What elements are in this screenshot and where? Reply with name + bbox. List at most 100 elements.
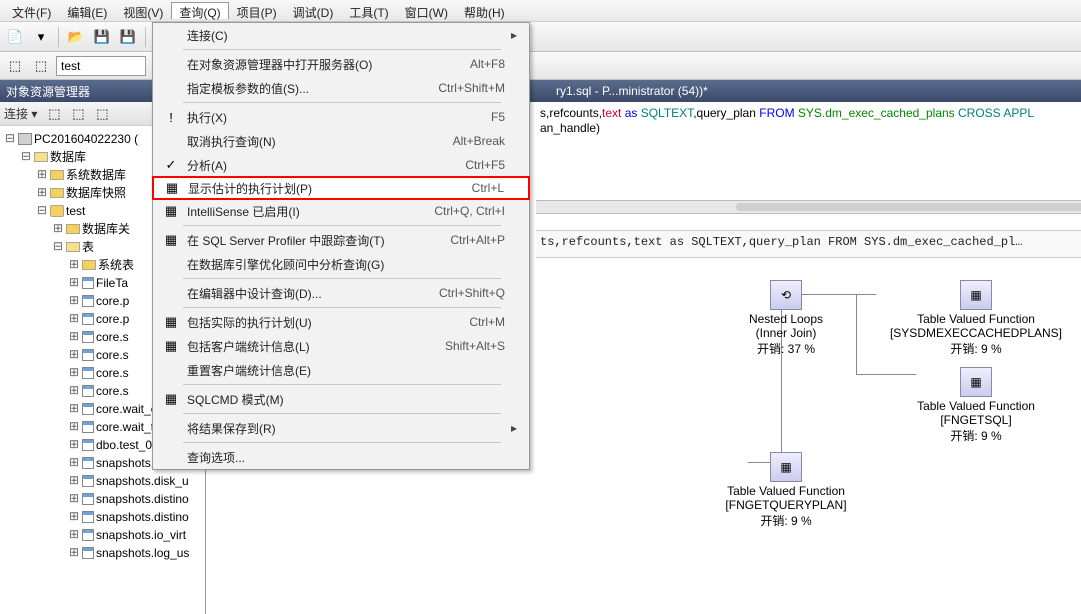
menu-item-label: SQLCMD 模式(M) xyxy=(183,391,505,408)
folder-icon xyxy=(50,170,64,180)
folder-icon xyxy=(66,224,80,234)
menu-item-shortcut: Ctrl+Q, Ctrl+I xyxy=(434,204,511,218)
menu-item-shortcut: Ctrl+Alt+P xyxy=(450,233,511,247)
save-all-icon[interactable]: 💾 xyxy=(117,26,139,48)
tvf-icon: ▦ xyxy=(960,280,992,310)
menu-item-label: IntelliSense 已启用(I) xyxy=(183,203,434,220)
plan-node-tvf-3[interactable]: ▦ Table Valued Function[FNGETQUERYPLAN]开… xyxy=(686,452,886,529)
table-node[interactable]: ⊞snapshots.io_virt xyxy=(2,526,203,544)
menu-item[interactable]: 将结果保存到(R) ▸ xyxy=(153,416,529,440)
stop-icon[interactable]: ⬚ xyxy=(91,103,113,125)
execution-plan[interactable]: ⟲ Nested Loops(Inner Join)开销: 37 % ▦ Tab… xyxy=(536,262,1081,614)
menu-item-label: 在 SQL Server Profiler 中跟踪查询(T) xyxy=(183,232,450,249)
menu-item[interactable]: 取消执行查询(N)Alt+Break xyxy=(153,129,529,153)
menu-item-label: 取消执行查询(N) xyxy=(183,133,453,150)
menu-item-icon: ▦ xyxy=(159,338,183,354)
table-node[interactable]: ⊞snapshots.log_us xyxy=(2,544,203,562)
menu-item[interactable]: !执行(X)F5 xyxy=(153,105,529,129)
tvf-icon: ▦ xyxy=(770,452,802,482)
database-selector[interactable] xyxy=(56,56,146,76)
menu-4[interactable]: 项目(P) xyxy=(229,2,285,19)
change-conn-icon[interactable]: ⬚ xyxy=(30,55,52,77)
table-icon xyxy=(82,457,94,469)
menu-item-shortcut: Ctrl+Shift+Q xyxy=(439,286,511,300)
table-node[interactable]: ⊞snapshots.distino xyxy=(2,490,203,508)
table-icon xyxy=(82,367,94,379)
save-icon[interactable]: 💾 xyxy=(91,26,113,48)
table-node[interactable]: ⊞snapshots.distino xyxy=(2,508,203,526)
table-icon xyxy=(82,421,94,433)
menu-item-shortcut: Shift+Alt+S xyxy=(445,339,511,353)
menu-item[interactable]: ▦IntelliSense 已启用(I)Ctrl+Q, Ctrl+I xyxy=(153,199,529,223)
new-query-icon[interactable]: ▾ xyxy=(30,26,52,48)
table-icon xyxy=(82,349,94,361)
folder-icon xyxy=(50,188,64,198)
sql-editor[interactable]: s,refcounts,text as SQLTEXT,query_plan F… xyxy=(536,102,1081,182)
connect-button[interactable]: 连接 ▾ xyxy=(4,105,37,122)
menu-item-icon: ▦ xyxy=(159,203,183,219)
menu-item[interactable]: 连接(C)▸ xyxy=(153,23,529,47)
menu-item-icon: ✓ xyxy=(159,157,183,173)
splitter[interactable] xyxy=(536,200,1081,214)
menu-item-label: 包括客户端统计信息(L) xyxy=(183,338,445,355)
menu-item-label: 在对象资源管理器中打开服务器(O) xyxy=(183,56,470,73)
menu-item[interactable]: 在对象资源管理器中打开服务器(O)Alt+F8 xyxy=(153,52,529,76)
menu-item[interactable]: ▦包括客户端统计信息(L)Shift+Alt+S xyxy=(153,334,529,358)
refresh-icon[interactable]: ⬚ xyxy=(43,103,65,125)
menu-item[interactable]: ✓分析(A)Ctrl+F5 xyxy=(153,153,529,177)
table-icon xyxy=(82,295,94,307)
menu-item[interactable]: 指定模板参数的值(S)...Ctrl+Shift+M xyxy=(153,76,529,100)
menu-item-icon: ▦ xyxy=(159,391,183,407)
menu-item[interactable]: 查询选项... xyxy=(153,445,529,469)
menu-item-icon: ▦ xyxy=(160,180,184,196)
plan-node-tvf-1[interactable]: ▦ Table Valued Function[SYSDMEXECCACHEDP… xyxy=(876,280,1076,357)
plan-node-tvf-2[interactable]: ▦ Table Valued Function[FNGETSQL]开销: 9 % xyxy=(876,367,1076,444)
menu-item-shortcut: Alt+F8 xyxy=(470,57,511,71)
menu-item[interactable]: 在编辑器中设计查询(D)...Ctrl+Shift+Q xyxy=(153,281,529,305)
table-icon xyxy=(82,547,94,559)
filter-icon[interactable]: ⬚ xyxy=(67,103,89,125)
menu-item-label: 显示估计的执行计划(P) xyxy=(184,180,472,197)
menu-2[interactable]: 视图(V) xyxy=(115,2,171,19)
menu-item-label: 将结果保存到(R) xyxy=(183,420,505,437)
scrollbar-thumb[interactable] xyxy=(736,203,1081,211)
tvf-icon: ▦ xyxy=(960,367,992,397)
server-icon xyxy=(18,133,32,145)
new-icon[interactable]: 📄 xyxy=(4,26,26,48)
menu-item-label: 重置客户端统计信息(E) xyxy=(183,362,505,379)
menu-item-label: 包括实际的执行计划(U) xyxy=(183,314,469,331)
menu-item-label: 查询选项... xyxy=(183,449,505,466)
menu-1[interactable]: 编辑(E) xyxy=(59,2,115,19)
db-icon[interactable]: ⬚ xyxy=(4,55,26,77)
folder-icon xyxy=(34,152,48,162)
menu-item[interactable]: ▦显示估计的执行计划(P)Ctrl+L xyxy=(152,176,530,200)
menu-item-shortcut: Ctrl+F5 xyxy=(465,158,511,172)
plan-node-nested-loops[interactable]: ⟲ Nested Loops(Inner Join)开销: 37 % xyxy=(726,280,846,357)
table-icon xyxy=(82,403,94,415)
menu-8[interactable]: 帮助(H) xyxy=(456,2,513,19)
folder-icon xyxy=(66,242,80,252)
menu-item-label: 在编辑器中设计查询(D)... xyxy=(183,285,439,302)
menu-item[interactable]: ▦在 SQL Server Profiler 中跟踪查询(T)Ctrl+Alt+… xyxy=(153,228,529,252)
menu-item-icon: ▦ xyxy=(159,314,183,330)
open-icon[interactable]: 📂 xyxy=(65,26,87,48)
menu-7[interactable]: 窗口(W) xyxy=(397,2,456,19)
menu-item-shortcut: Ctrl+M xyxy=(469,315,511,329)
submenu-arrow-icon: ▸ xyxy=(511,28,523,42)
menu-5[interactable]: 调试(D) xyxy=(285,2,342,19)
submenu-arrow-icon: ▸ xyxy=(511,421,523,435)
nested-loops-icon: ⟲ xyxy=(770,280,802,310)
menu-item[interactable]: 重置客户端统计信息(E) xyxy=(153,358,529,382)
menu-3[interactable]: 查询(Q) xyxy=(171,2,228,19)
tab-sqlquery[interactable]: ry1.sql - P...ministrator (54))* xyxy=(546,82,718,100)
menu-item[interactable]: ▦SQLCMD 模式(M) xyxy=(153,387,529,411)
menu-item-icon: ! xyxy=(159,110,183,125)
table-node[interactable]: ⊞snapshots.disk_u xyxy=(2,472,203,490)
table-icon xyxy=(82,277,94,289)
menu-0[interactable]: 文件(F) xyxy=(4,2,59,19)
menu-item[interactable]: ▦包括实际的执行计划(U)Ctrl+M xyxy=(153,310,529,334)
menu-item[interactable]: 在数据库引擎优化顾问中分析查询(G) xyxy=(153,252,529,276)
menu-6[interactable]: 工具(T) xyxy=(341,2,396,19)
table-icon xyxy=(82,511,94,523)
menu-item-shortcut: Ctrl+L xyxy=(472,181,510,195)
